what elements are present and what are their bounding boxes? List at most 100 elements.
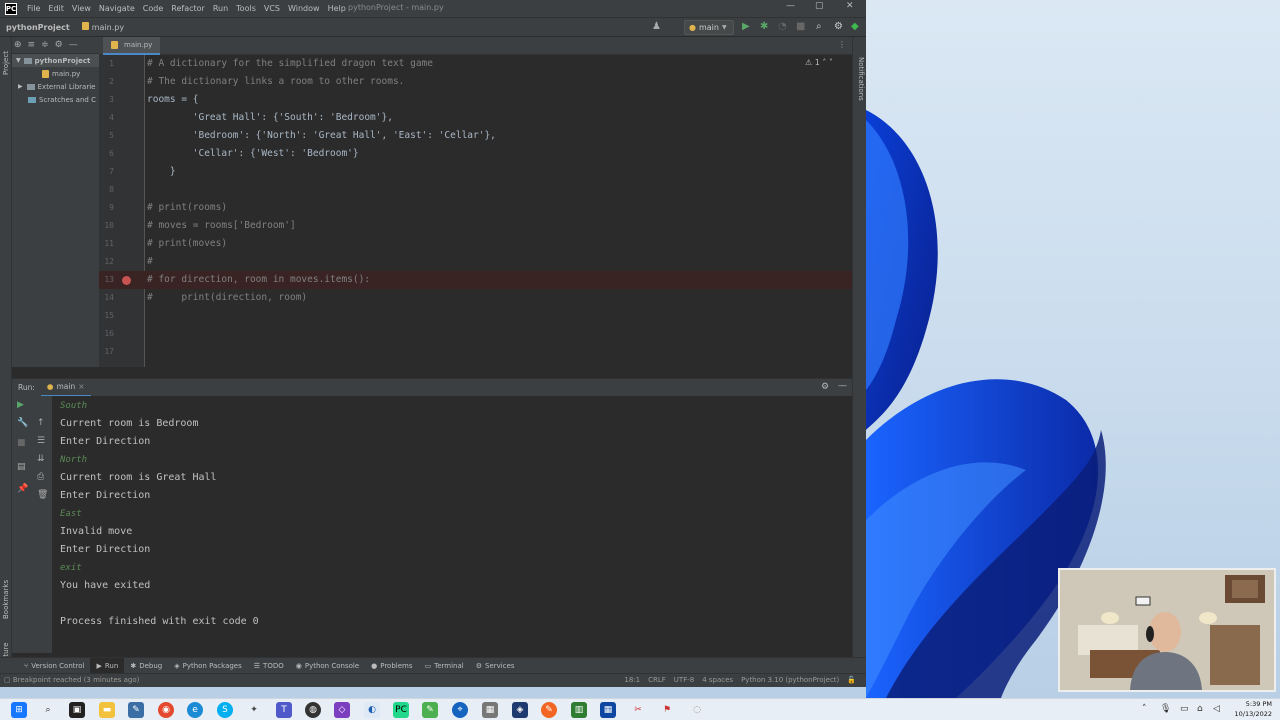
- code-line[interactable]: 15: [99, 307, 852, 325]
- project-tool-label[interactable]: Project: [2, 51, 10, 75]
- tab-todo[interactable]: ☰ TODO: [248, 658, 290, 674]
- settings-gear-icon[interactable]: ⚙: [834, 21, 843, 33]
- scroll-to-end-icon[interactable]: ⇊: [37, 454, 45, 464]
- code-line[interactable]: 16: [99, 325, 852, 343]
- tree-item-scratches[interactable]: Scratches and C: [12, 93, 99, 106]
- tab-debug[interactable]: ✱ Debug: [124, 658, 168, 674]
- code-line[interactable]: 7 }: [99, 163, 852, 181]
- start-windows-icon[interactable]: ⊞: [11, 702, 27, 718]
- task-view-icon[interactable]: ▣: [69, 702, 85, 718]
- cursor-position[interactable]: 18:1: [624, 676, 640, 684]
- code-line[interactable]: 13 # for direction, room in moves.items()…: [99, 271, 852, 289]
- stop-icon[interactable]: ■: [796, 21, 805, 33]
- rerun-icon[interactable]: ▶: [17, 400, 24, 410]
- menu-code[interactable]: Code: [139, 4, 167, 13]
- settings-gear-icon[interactable]: ⚙: [821, 382, 829, 392]
- close-tab-icon[interactable]: ×: [78, 382, 84, 391]
- tab-version-control[interactable]: ⑂ Version Control: [18, 658, 90, 674]
- run-console[interactable]: South Current room is Bedroom Enter Direct…: [52, 396, 852, 653]
- taskbar-app-icon[interactable]: ✦: [246, 702, 262, 718]
- user-icon[interactable]: ♟: [652, 21, 661, 33]
- code-line[interactable]: 4 'Great Hall': {'South': 'Bedroom'},: [99, 109, 852, 127]
- bookmarks-tool-label[interactable]: Bookmarks: [2, 580, 10, 619]
- microphone-icon[interactable]: 🎙: [1160, 704, 1171, 714]
- battery-icon[interactable]: ▭: [1180, 704, 1189, 714]
- pin-icon[interactable]: 📌: [17, 484, 28, 494]
- tab-problems[interactable]: ● Problems: [365, 658, 418, 674]
- visual-studio-icon[interactable]: ◇: [334, 702, 350, 718]
- menu-help[interactable]: Help: [324, 4, 350, 13]
- obs-icon[interactable]: ◍: [305, 702, 321, 718]
- taskbar-app-icon[interactable]: ⚑: [659, 702, 675, 718]
- taskbar-app-icon[interactable]: ▦: [600, 702, 616, 718]
- breadcrumb-file[interactable]: main.py: [76, 22, 130, 32]
- file-explorer-icon[interactable]: ▬: [99, 702, 115, 718]
- file-encoding[interactable]: UTF-8: [674, 676, 694, 684]
- taskbar-app-icon[interactable]: ✎: [541, 702, 557, 718]
- notifications-tool-label[interactable]: Notifications: [857, 57, 865, 101]
- code-line[interactable]: 1 # A dictionary for the simplified drago…: [99, 55, 852, 73]
- tab-services[interactable]: ⚙ Services: [470, 658, 521, 674]
- code-line[interactable]: 3 rooms = {: [99, 91, 852, 109]
- menu-view[interactable]: View: [68, 4, 95, 13]
- menu-vcs[interactable]: VCS: [260, 4, 284, 13]
- tree-item-external-libraries[interactable]: ▶ External Librarie: [12, 80, 99, 93]
- select-opened-file-icon[interactable]: ⊕: [14, 40, 22, 50]
- maps-icon[interactable]: ⌖: [452, 702, 468, 718]
- code-line[interactable]: 8: [99, 181, 852, 199]
- calculator-icon[interactable]: ▦: [482, 702, 498, 718]
- breakpoint-icon[interactable]: [122, 276, 131, 285]
- wrench-icon[interactable]: 🔧: [17, 418, 28, 428]
- code-line[interactable]: 6 'Cellar': {'West': 'Bedroom'}: [99, 145, 852, 163]
- code-editor[interactable]: ⚠ 1 ˄ ˅ 1 # A dictionary for the simplifi…: [99, 55, 852, 367]
- more-vertical-icon[interactable]: ⋮: [838, 40, 846, 49]
- soft-wrap-icon[interactable]: ☰: [37, 436, 45, 446]
- code-line[interactable]: 2 # The dictionary links a room to other …: [99, 73, 852, 91]
- taskbar-app-icon[interactable]: ◌: [689, 702, 705, 718]
- print-icon[interactable]: ⎙: [37, 472, 44, 482]
- volume-icon[interactable]: ◁: [1213, 704, 1220, 714]
- menu-edit[interactable]: Edit: [44, 4, 68, 13]
- code-line[interactable]: 14 # print(direction, room): [99, 289, 852, 307]
- tree-item-project-root[interactable]: ▼ pythonProject: [12, 54, 99, 67]
- search-icon[interactable]: ⌕: [40, 702, 56, 718]
- tab-python-packages[interactable]: ◈ Python Packages: [168, 658, 248, 674]
- indent-setting[interactable]: 4 spaces: [702, 676, 733, 684]
- tab-terminal[interactable]: ▭ Terminal: [419, 658, 470, 674]
- skype-icon[interactable]: S: [217, 702, 233, 718]
- code-line[interactable]: 17: [99, 343, 852, 361]
- run-tab-main[interactable]: ● main ×: [40, 379, 91, 397]
- layout-icon[interactable]: ▤: [17, 462, 26, 472]
- line-separator[interactable]: CRLF: [648, 676, 666, 684]
- hide-panel-icon[interactable]: —: [838, 381, 847, 391]
- menu-refactor[interactable]: Refactor: [167, 4, 209, 13]
- edge-icon[interactable]: e: [187, 702, 203, 718]
- search-icon[interactable]: ⌕: [816, 21, 822, 33]
- taskbar-app-icon[interactable]: ✎: [422, 702, 438, 718]
- code-line[interactable]: 10 # moves = rooms['Bedroom']: [99, 217, 852, 235]
- chevron-up-icon[interactable]: ˄: [1142, 704, 1147, 714]
- lock-icon[interactable]: 🔓: [847, 676, 856, 684]
- taskbar-app-icon[interactable]: ◈: [512, 702, 528, 718]
- code-line[interactable]: 11 # print(moves): [99, 235, 852, 253]
- menu-file[interactable]: File: [23, 4, 44, 13]
- code-line[interactable]: 12 #: [99, 253, 852, 271]
- pycharm-icon[interactable]: PC: [393, 702, 409, 718]
- tab-python-console[interactable]: ◉ Python Console: [290, 658, 365, 674]
- trash-icon[interactable]: 🗑: [37, 490, 48, 500]
- maximize-icon[interactable]: ▢: [815, 1, 824, 11]
- stop-icon[interactable]: ■: [17, 438, 26, 448]
- menu-window[interactable]: Window: [284, 4, 324, 13]
- tree-item-main-py[interactable]: main.py: [12, 67, 99, 80]
- menu-navigate[interactable]: Navigate: [95, 4, 139, 13]
- debug-icon[interactable]: ✱: [760, 21, 768, 33]
- menu-tools[interactable]: Tools: [232, 4, 260, 13]
- network-icon[interactable]: ⌂: [1197, 704, 1203, 714]
- close-icon[interactable]: ✕: [846, 1, 854, 11]
- snipping-tool-icon[interactable]: ✂: [630, 702, 646, 718]
- options-gear-icon[interactable]: ⚙: [55, 40, 63, 50]
- run-config-select[interactable]: ● main ▼: [684, 20, 734, 35]
- taskbar-clock[interactable]: 5:39 PM 10/13/2022: [1235, 699, 1272, 719]
- jetbrains-icon[interactable]: ◆: [851, 21, 859, 33]
- taskbar-app-icon[interactable]: ◐: [364, 702, 380, 718]
